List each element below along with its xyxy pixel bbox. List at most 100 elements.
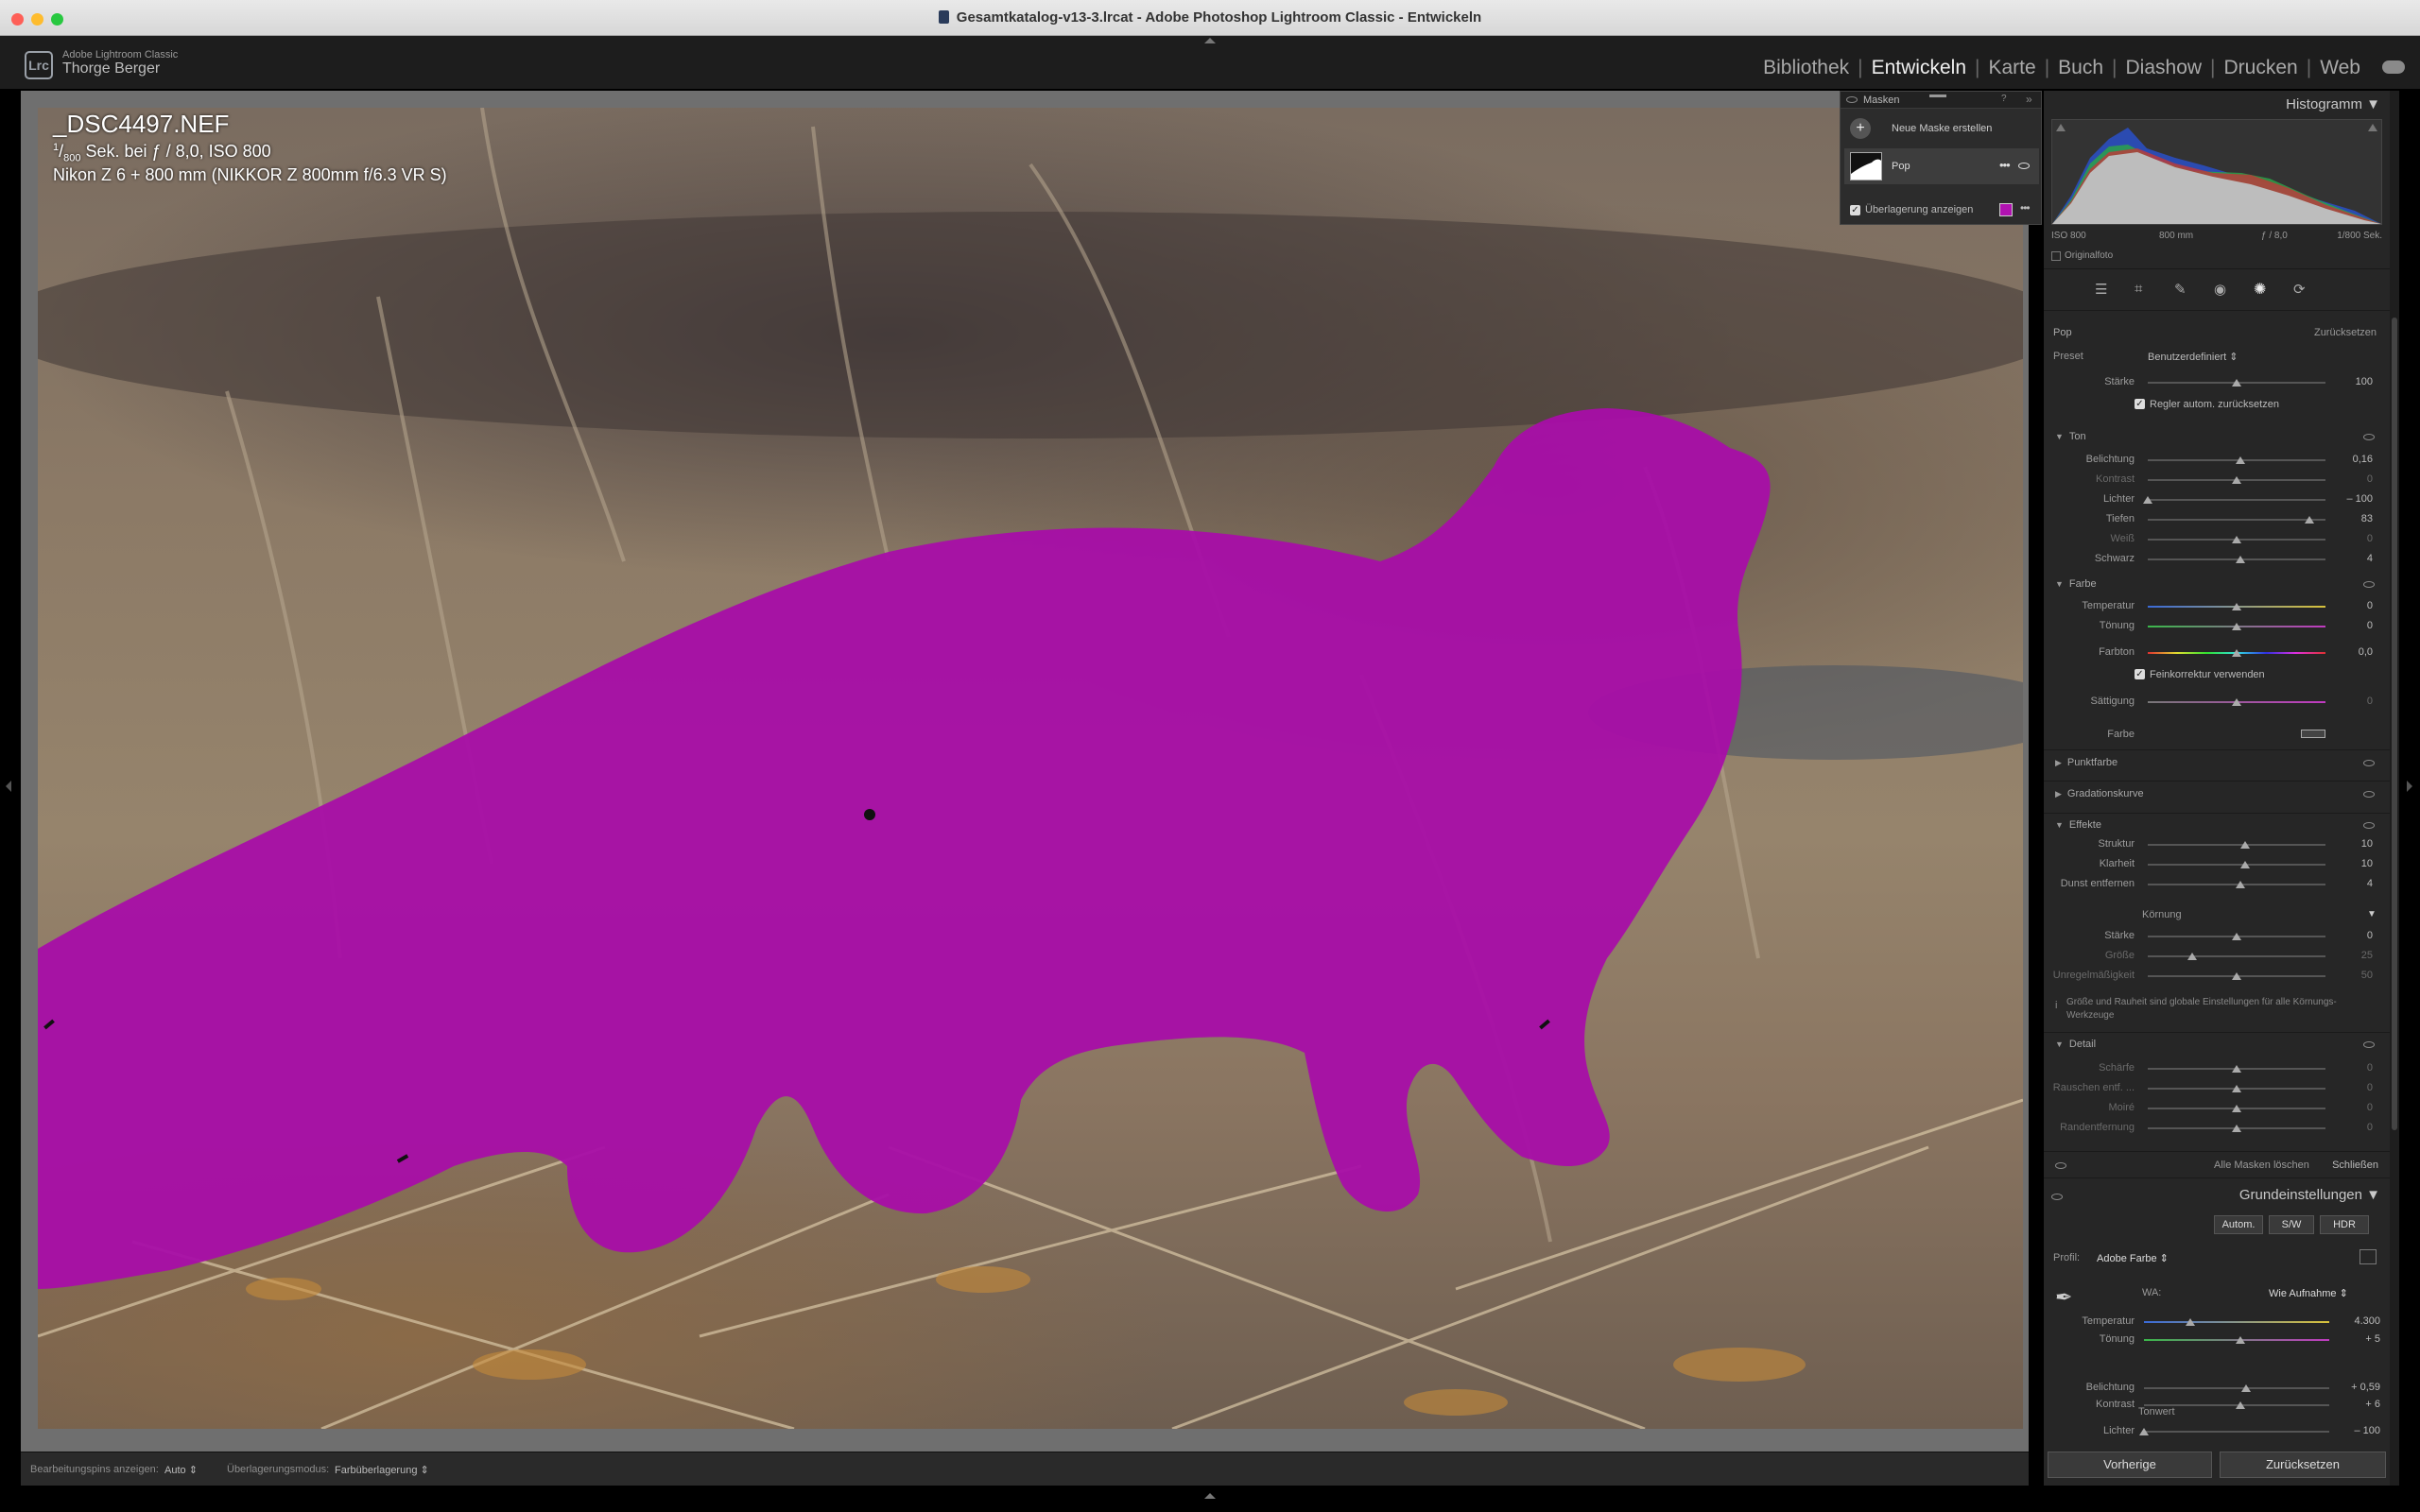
delete-all-masks-button[interactable]: Alle Masken löschen — [2214, 1160, 2309, 1171]
slider-track[interactable] — [2148, 955, 2325, 957]
module-map[interactable]: Karte — [1979, 57, 2044, 79]
healing-icon[interactable]: ✎ — [2174, 281, 2187, 298]
wb-select[interactable]: Wie Aufnahme ⇕ — [2269, 1287, 2348, 1299]
slider-thumb[interactable] — [2235, 1401, 2245, 1409]
slider-thumb[interactable] — [2232, 933, 2241, 940]
slider-thumb[interactable] — [2232, 1065, 2241, 1073]
add-mask-icon[interactable]: + — [1850, 118, 1871, 139]
slider-value[interactable]: + 0,59 — [2339, 1382, 2380, 1393]
more-options-icon[interactable]: ••• — [1999, 158, 2011, 172]
show-overlay-checkbox[interactable]: ✓ — [1850, 205, 1860, 215]
shadow-clipping-icon[interactable] — [2056, 124, 2066, 131]
slider-thumb[interactable] — [2139, 1428, 2149, 1435]
mask-thumbnail[interactable] — [1850, 152, 1882, 180]
slider-value[interactable]: 10 — [2339, 838, 2373, 850]
hdr-button[interactable]: HDR — [2320, 1215, 2369, 1234]
white-balance-picker-icon[interactable]: ✒ — [2055, 1285, 2078, 1314]
slider-thumb[interactable] — [2232, 698, 2241, 706]
slider-value[interactable]: 0,16 — [2339, 454, 2373, 465]
scrollbar-thumb[interactable] — [2392, 318, 2397, 1130]
profile-select[interactable]: Adobe Farbe ⇕ — [2097, 1252, 2169, 1264]
histogram-header[interactable]: Histogramm ▼ — [2286, 96, 2380, 112]
eye-icon[interactable] — [2055, 1162, 2066, 1169]
slider-track[interactable] — [2148, 864, 2325, 866]
slider-thumb[interactable] — [2240, 1384, 2251, 1392]
slider-value[interactable]: 0,0 — [2339, 646, 2373, 658]
filmstrip-toggle-icon[interactable] — [1204, 1493, 1216, 1499]
mask-reset-button[interactable]: Zurücksetzen — [2314, 327, 2377, 338]
section-header[interactable]: ▼ Farbe — [2055, 578, 2097, 590]
eye-icon[interactable] — [2018, 163, 2030, 169]
histogram[interactable] — [2051, 119, 2382, 225]
disclosure-triangle-icon[interactable]: ▼ — [2055, 579, 2064, 589]
close-masks-button[interactable]: Schließen — [2332, 1160, 2378, 1171]
section-header[interactable]: ▼ Detail — [2055, 1039, 2096, 1050]
slider-value[interactable]: 0 — [2339, 620, 2373, 631]
slider-thumb[interactable] — [2232, 536, 2241, 543]
slider-value[interactable]: – 100 — [2339, 1425, 2380, 1436]
slider-thumb[interactable] — [2235, 556, 2245, 563]
red-eye-icon[interactable]: ◉ — [2214, 281, 2226, 298]
mask-name[interactable]: Pop — [1892, 161, 1910, 172]
slider-thumb[interactable] — [2232, 1105, 2241, 1112]
slider-thumb[interactable] — [2186, 1318, 2195, 1326]
left-panel-toggle-icon[interactable] — [6, 781, 11, 792]
right-panel-toggle-icon[interactable] — [2407, 781, 2412, 792]
slider-value[interactable]: 100 — [2339, 376, 2373, 387]
disclosure-triangle-icon[interactable]: ▶ — [2055, 758, 2062, 768]
slider-thumb[interactable] — [2240, 861, 2251, 868]
eye-icon[interactable] — [2363, 822, 2375, 829]
slider-thumb[interactable] — [2232, 649, 2241, 657]
preset-select[interactable]: Benutzerdefiniert ⇕ — [2148, 351, 2238, 363]
slider-thumb[interactable] — [2187, 953, 2197, 960]
overlay-mode-select[interactable]: Farbüberlagerung ⇕ — [335, 1464, 429, 1476]
highlight-clipping-icon[interactable] — [2368, 124, 2377, 131]
disclosure-triangle-icon[interactable]: ▼ — [2055, 1040, 2064, 1049]
eye-icon[interactable] — [2363, 434, 2375, 440]
slider-track[interactable] — [2144, 1321, 2329, 1323]
slider-value[interactable]: + 6 — [2339, 1399, 2380, 1410]
slider-value[interactable]: 0 — [2339, 1122, 2373, 1133]
top-panel-toggle-icon[interactable] — [1204, 38, 1216, 43]
bw-button[interactable]: S/W — [2269, 1215, 2314, 1234]
slider-thumb[interactable] — [2232, 623, 2241, 630]
collapse-panel-icon[interactable]: » — [2026, 93, 2032, 106]
reset-button[interactable]: Zurücksetzen — [2220, 1452, 2386, 1478]
profile-browser-icon[interactable] — [2360, 1249, 2377, 1264]
slider-thumb[interactable] — [2232, 379, 2241, 387]
slider-thumb[interactable] — [2235, 1336, 2245, 1344]
eye-icon[interactable] — [2363, 791, 2375, 798]
cloud-sync-icon[interactable] — [2382, 60, 2405, 74]
slider-track[interactable] — [2144, 1431, 2329, 1433]
auto-button[interactable]: Autom. — [2214, 1215, 2263, 1234]
slider-value[interactable]: 0 — [2339, 600, 2373, 611]
new-mask-button[interactable]: Neue Maske erstellen — [1892, 123, 1992, 134]
slider-thumb[interactable] — [2143, 496, 2152, 504]
slider-thumb[interactable] — [2235, 881, 2245, 888]
eye-icon[interactable] — [1846, 96, 1858, 103]
slider-value[interactable]: 83 — [2339, 513, 2373, 524]
eye-icon[interactable] — [2051, 1194, 2063, 1200]
slider-thumb[interactable] — [2240, 841, 2251, 849]
show-pins-select[interactable]: Auto ⇕ — [164, 1464, 198, 1476]
section-header[interactable]: ▶ Gradationskurve — [2055, 788, 2144, 799]
section-header[interactable]: ▼ Ton — [2055, 431, 2086, 442]
crop-icon[interactable]: ⌗ — [2135, 281, 2142, 297]
disclosure-triangle-icon[interactable]: ▶ — [2055, 789, 2062, 799]
slider-value[interactable]: 0 — [2339, 1062, 2373, 1074]
slider-thumb[interactable] — [2305, 516, 2315, 524]
slider-value[interactable]: 0 — [2339, 533, 2373, 544]
module-book[interactable]: Buch — [2049, 57, 2112, 79]
slider-thumb[interactable] — [2232, 1125, 2241, 1132]
overlay-options-icon[interactable]: ••• — [2020, 201, 2031, 215]
slider-value[interactable]: 0 — [2339, 473, 2373, 485]
photo-preview[interactable] — [38, 108, 2023, 1429]
slider-track[interactable] — [2148, 844, 2325, 846]
slider-value[interactable]: – 100 — [2339, 493, 2373, 505]
original-photo-checkbox[interactable] — [2051, 251, 2061, 261]
slider-thumb[interactable] — [2232, 603, 2241, 610]
color-swatch[interactable] — [2301, 730, 2325, 738]
section-header[interactable]: ▼ Effekte — [2055, 819, 2101, 831]
eye-icon[interactable] — [2363, 1041, 2375, 1048]
module-print[interactable]: Drucken — [2216, 57, 2307, 79]
